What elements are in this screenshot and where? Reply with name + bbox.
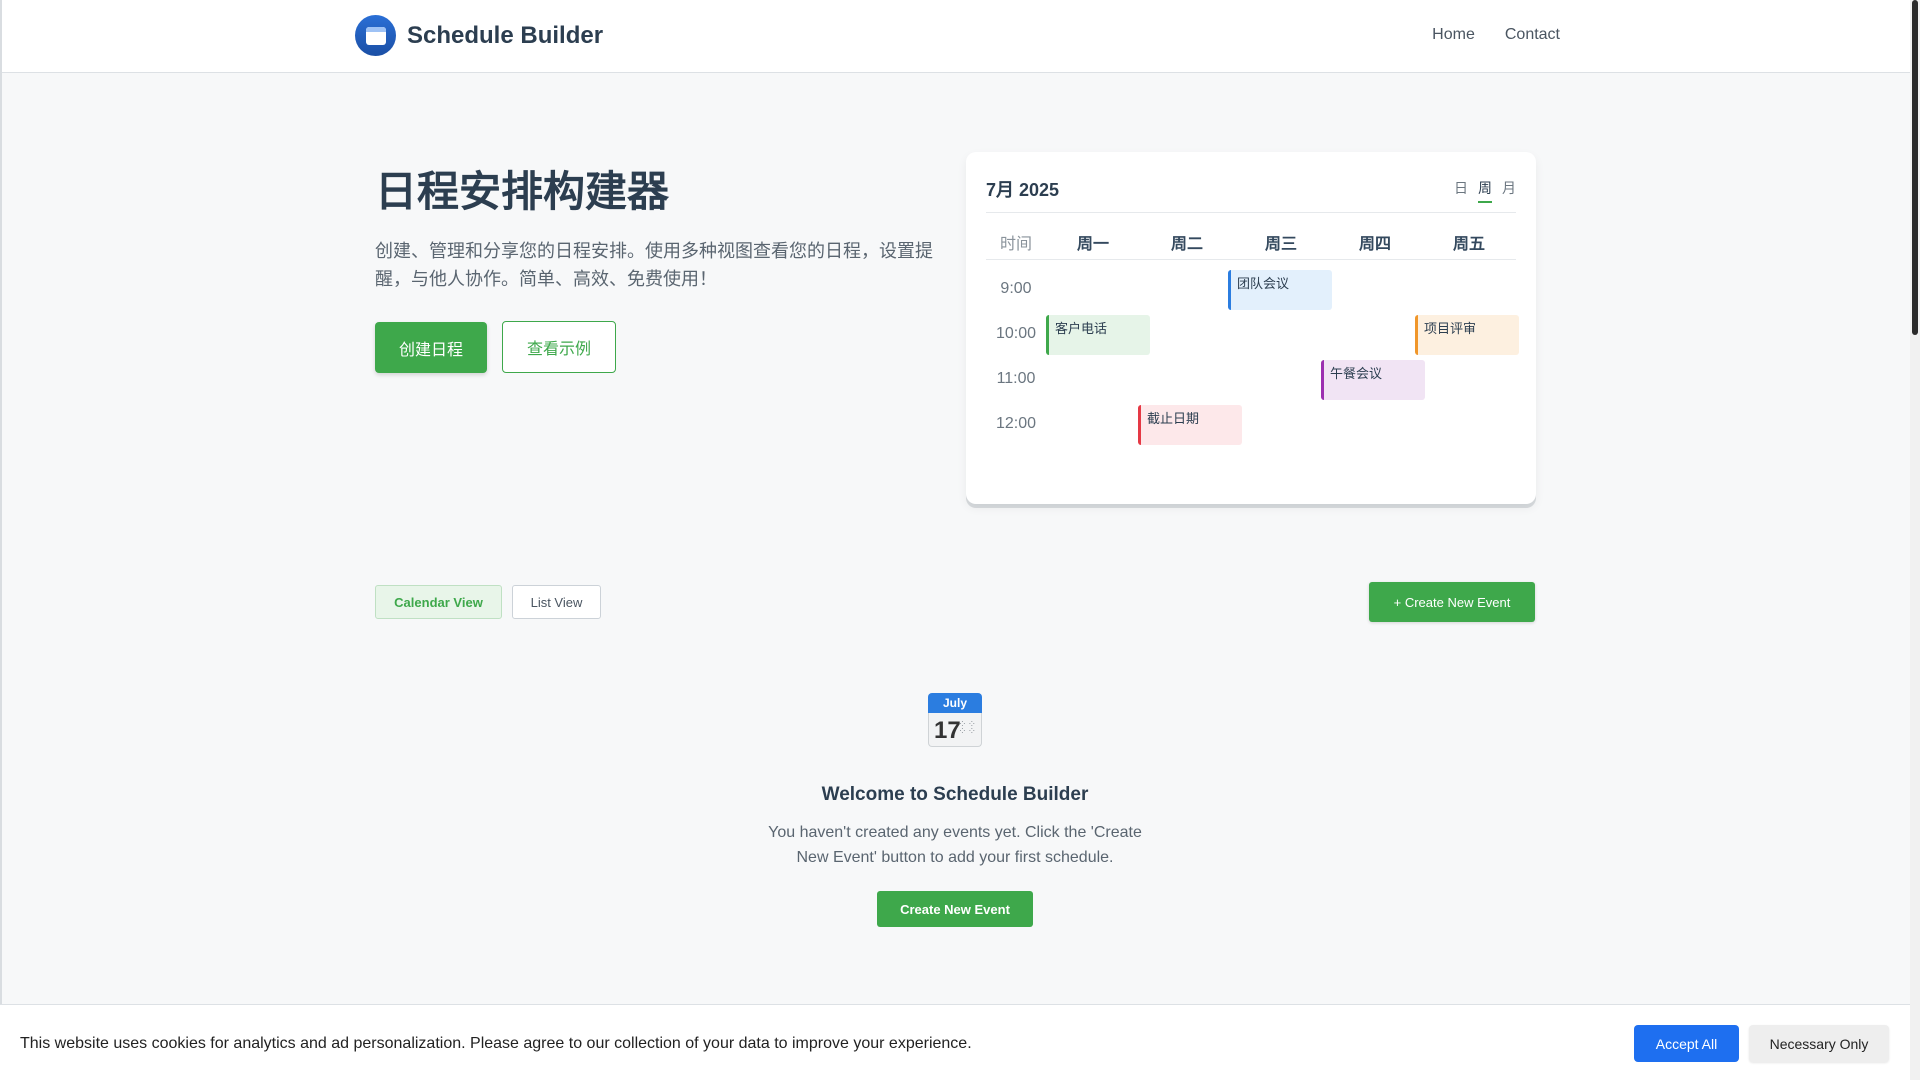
calendar-logo-icon <box>355 15 396 56</box>
time-label: 10:00 <box>995 325 1037 342</box>
event-client-call[interactable]: 客户电话 <box>1046 315 1150 355</box>
calendar-icon-day: 17 <box>934 717 961 744</box>
time-label: 9:00 <box>1000 280 1032 297</box>
time-label: 12:00 <box>995 415 1037 432</box>
scrollbar-thumb[interactable] <box>1912 0 1918 335</box>
brand-name: Schedule Builder <box>407 21 604 49</box>
site-header: Schedule Builder Home Contact <box>2 0 1910 73</box>
create-schedule-button[interactable]: 创建日程 <box>375 322 487 373</box>
calendar-view-switch: 日 周 月 <box>1454 178 1516 203</box>
event-project-review[interactable]: 项目评审 <box>1415 315 1519 355</box>
list-view-tab[interactable]: List View <box>512 585 601 619</box>
view-month-tab[interactable]: 月 <box>1502 178 1516 203</box>
day-header: 周一 <box>1076 236 1109 253</box>
calendar-icon-month: July <box>928 693 982 713</box>
event-team-meeting[interactable]: 团队会议 <box>1228 270 1332 310</box>
divider <box>986 259 1516 260</box>
create-new-event-button[interactable]: + Create New Event <box>1369 582 1535 622</box>
time-column-header: 时间 <box>1000 236 1033 253</box>
day-header: 周三 <box>1264 236 1297 253</box>
necessary-only-button[interactable]: Necessary Only <box>1749 1025 1889 1062</box>
event-lunch-meeting[interactable]: 午餐会议 <box>1321 360 1425 400</box>
day-header: 周五 <box>1452 236 1485 253</box>
time-label: 11:00 <box>996 370 1036 387</box>
view-day-tab[interactable]: 日 <box>1454 178 1468 203</box>
empty-create-event-button[interactable]: Create New Event <box>877 891 1033 927</box>
view-week-tab[interactable]: 周 <box>1478 178 1492 203</box>
empty-state-text: You haven't created any events yet. Clic… <box>768 824 1142 866</box>
cookie-text: This website uses cookies for analytics … <box>20 1035 972 1052</box>
nav-contact-link[interactable]: Contact <box>1505 26 1560 44</box>
divider <box>986 212 1516 213</box>
accept-all-button[interactable]: Accept All <box>1634 1025 1739 1062</box>
empty-state-title: Welcome to Schedule Builder <box>821 784 1089 805</box>
scrollbar[interactable] <box>1910 0 1920 1080</box>
nav-home-link[interactable]: Home <box>1432 26 1475 44</box>
day-header: 周二 <box>1170 236 1203 253</box>
calendar-header-row: 时间 周一 周二 周三 周四 周五 <box>986 230 1516 260</box>
calendar-icon: July 17 ⁘⁘ ⁘⁘ <box>928 693 982 747</box>
view-example-button[interactable]: 查看示例 <box>502 321 616 373</box>
cookie-banner: This website uses cookies for analytics … <box>0 1004 1910 1080</box>
day-header: 周四 <box>1358 236 1391 253</box>
calendar-grid-dots: ⁘⁘ ⁘⁘ <box>958 719 977 737</box>
main-nav: Home Contact <box>1432 26 1560 44</box>
hero-description: 创建、管理和分享您的日程安排。使用多种视图查看您的日程，设置提醒，与他人协作。简… <box>375 241 933 289</box>
calendar-preview-card: 7月 2025 日 周 月 时间 周一 周二 周三 周四 周五 9:00 10:… <box>966 152 1536 504</box>
brand[interactable]: Schedule Builder <box>355 15 603 56</box>
hero-title: 日程安排构建器 <box>375 168 670 215</box>
calendar-month-title: 7月 2025 <box>986 180 1060 200</box>
calendar-view-tab[interactable]: Calendar View <box>375 585 502 619</box>
event-deadline[interactable]: 截止日期 <box>1138 405 1242 445</box>
